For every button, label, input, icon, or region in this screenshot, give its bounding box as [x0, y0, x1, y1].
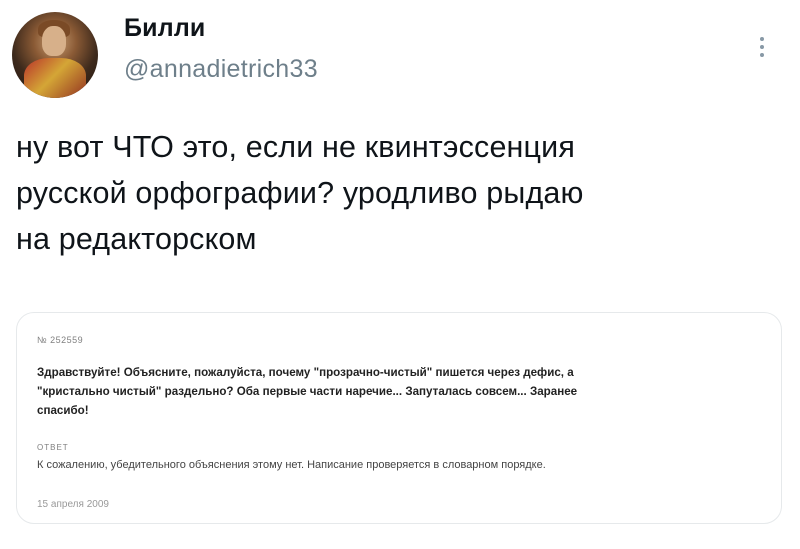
- menu-dot: [760, 37, 764, 41]
- answer-date: 15 апреля 2009: [37, 499, 109, 510]
- avatar-face: [42, 26, 66, 56]
- avatar[interactable]: [12, 12, 98, 98]
- answer-label: ОТВЕТ: [37, 443, 69, 452]
- question-text: Здравствуйте! Объясните, пожалуйста, поч…: [37, 363, 767, 420]
- question-line: "кристально чистый" раздельно? Оба первы…: [37, 385, 578, 398]
- more-options-icon[interactable]: [752, 32, 772, 62]
- menu-dot: [760, 53, 764, 57]
- question-line: Здравствуйте! Объясните, пожалуйста, поч…: [37, 366, 574, 379]
- answer-text: К сожалению, убедительного объяснения эт…: [37, 459, 546, 471]
- question-line: спасибо!: [37, 404, 89, 417]
- avatar-body: [24, 58, 86, 98]
- question-number: № 252559: [37, 335, 84, 345]
- tweet-line: на редакторском: [16, 222, 257, 256]
- embedded-image-card[interactable]: № 252559 Здравствуйте! Объясните, пожалу…: [16, 312, 782, 524]
- menu-dot: [760, 45, 764, 49]
- tweet-line: ну вот ЧТО это, если не квинтэссенция: [16, 130, 576, 164]
- author-handle[interactable]: @annadietrich33: [124, 55, 318, 84]
- tweet-text: ну вот ЧТО это, если не квинтэссенция ру…: [16, 124, 786, 262]
- tweet-line: русской орфографии? уродливо рыдаю: [16, 176, 584, 210]
- author-name[interactable]: Билли: [124, 14, 205, 43]
